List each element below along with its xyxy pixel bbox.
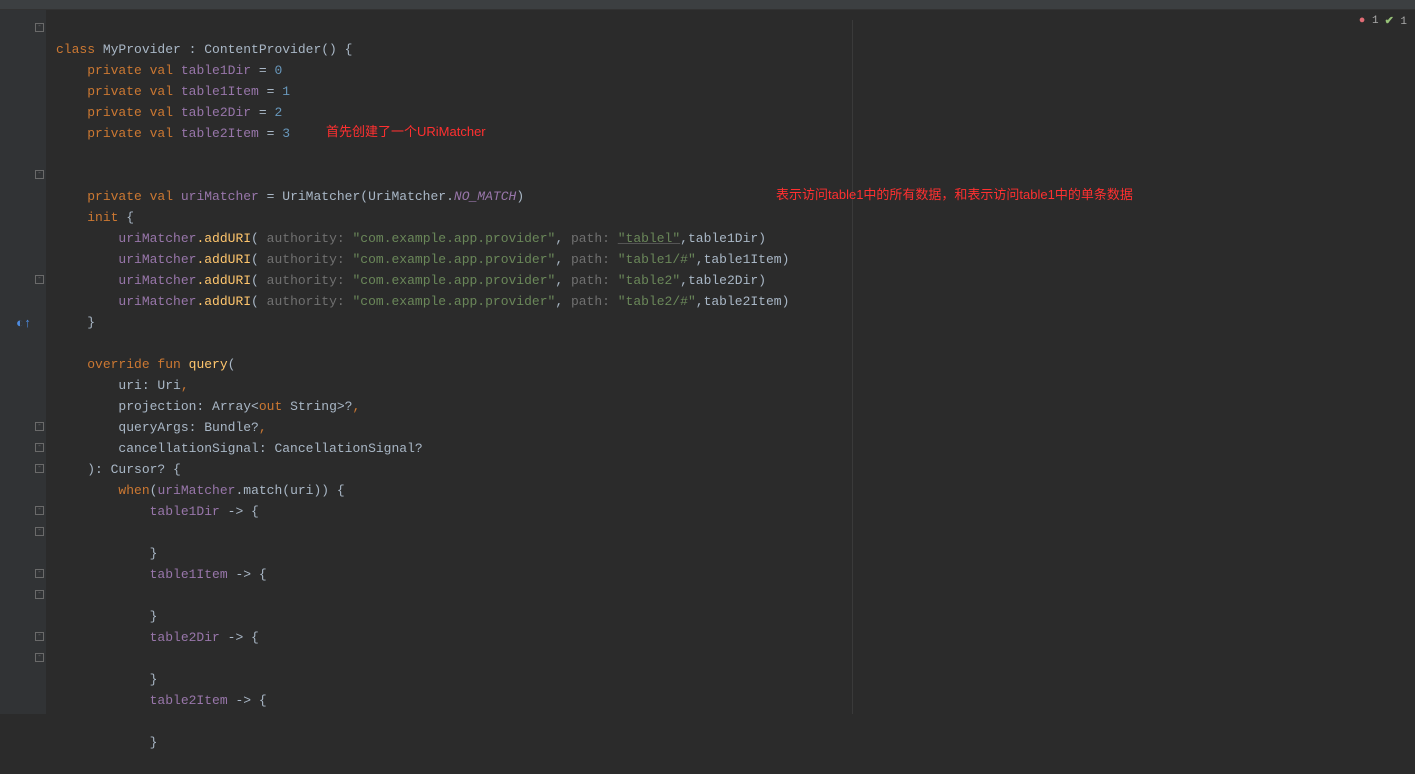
code-line: uriMatcher.addURI( authority: "com.examp… [56,231,766,246]
code-line: uriMatcher.addURI( authority: "com.examp… [56,252,789,267]
fold-marker[interactable]: - [35,170,44,179]
code-line: private val table1Dir = 0 [56,63,282,78]
code-line: private val uriMatcher = UriMatcher(UriM… [56,189,524,204]
code-line: table2Dir -> { [56,630,259,645]
code-line: init { [56,210,134,225]
code-line: when(uriMatcher.match(uri)) { [56,483,345,498]
code-line: } [56,609,157,624]
annotation-text: 表示访问table1中的所有数据，和表示访问table1中的单条数据 [776,184,1133,205]
fold-marker[interactable]: - [35,569,44,578]
code-line: } [56,735,157,750]
code-editor[interactable]: - - - ◐↑ - - - - - - - - - class MyProvi… [0,10,1415,714]
code-line: override fun query( [56,357,235,372]
warning-icon[interactable]: ✔ 1 [1385,14,1407,28]
code-line: private val table2Item = 3 [56,126,290,141]
fold-marker[interactable]: - [35,464,44,473]
fold-marker[interactable]: - [35,422,44,431]
code-line: } [56,546,157,561]
tabs-bar [0,0,1415,10]
fold-marker[interactable]: - [35,443,44,452]
code-line: uriMatcher.addURI( authority: "com.examp… [56,294,789,309]
fold-marker[interactable]: - [35,590,44,599]
annotation-text: 首先创建了一个URiMatcher [326,121,486,142]
code-line: } [56,672,157,687]
code-line: table2Item -> { [56,693,267,708]
code-line: ): Cursor? { [56,462,181,477]
fold-marker[interactable]: - [35,23,44,32]
override-icon[interactable]: ◐↑ [16,316,32,331]
status-indicators: ● 1 ✔ 1 [1359,14,1407,28]
fold-marker[interactable]: - [35,653,44,662]
code-line: table1Dir -> { [56,504,259,519]
code-line: uriMatcher.addURI( authority: "com.examp… [56,273,766,288]
code-line: cancellationSignal: CancellationSignal? [56,441,423,456]
error-icon[interactable]: ● 1 [1359,15,1379,27]
gutter[interactable]: - - - ◐↑ - - - - - - - - - [0,10,46,714]
fold-marker[interactable]: - [35,506,44,515]
code-line: uri: Uri, [56,378,189,393]
code-line: private val table1Item = 1 [56,84,290,99]
code-line: queryArgs: Bundle?, [56,420,267,435]
code-line: private val table2Dir = 2 [56,105,282,120]
fold-marker[interactable]: - [35,527,44,536]
code-line: projection: Array<out String>?, [56,399,360,414]
code-line: } [56,315,95,330]
code-line: table1Item -> { [56,567,267,582]
code-line: class MyProvider : ContentProvider() { [56,42,352,57]
code-area[interactable]: class MyProvider : ContentProvider() { p… [46,10,1415,714]
fold-marker[interactable]: - [35,275,44,284]
fold-marker[interactable]: - [35,632,44,641]
